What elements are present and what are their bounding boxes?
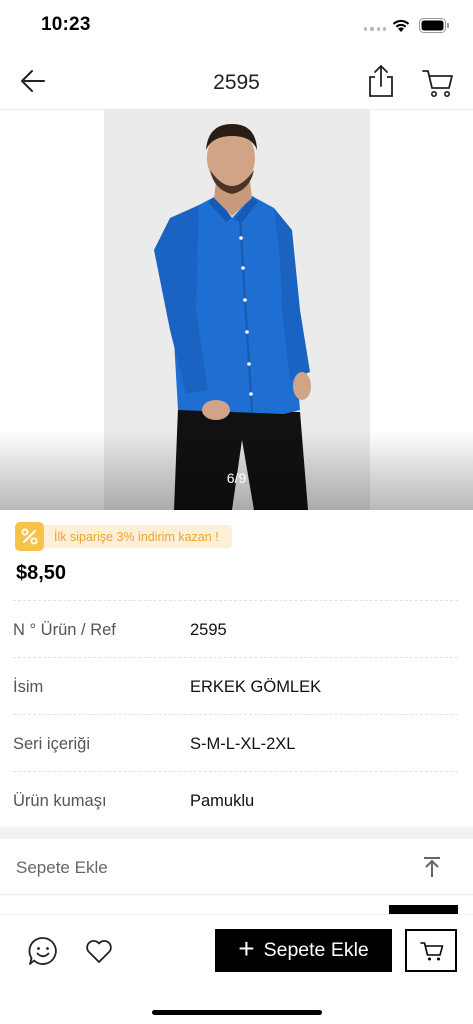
- signal-icon: [364, 27, 386, 33]
- detail-label: N ° Ürün / Ref: [13, 621, 116, 639]
- chat-smile-icon[interactable]: [27, 935, 59, 967]
- detail-value: Pamuklu: [190, 792, 255, 810]
- add-to-cart-section[interactable]: Sepete Ekle: [0, 839, 473, 895]
- detail-label: Seri içeriği: [13, 735, 91, 753]
- add-to-cart-button-label: Sepete Ekle: [263, 939, 369, 961]
- plus-icon: +: [238, 933, 255, 964]
- bottom-action-bar: + Sepete Ekle: [0, 914, 473, 1024]
- nav-bar: 2595: [0, 52, 473, 110]
- home-indicator: [152, 1010, 322, 1015]
- gallery-counter: 6/9: [226, 470, 247, 486]
- partial-bar: [389, 905, 458, 914]
- cart-icon[interactable]: [421, 67, 455, 99]
- status-bar: 10:23: [0, 0, 473, 52]
- detail-value: S-M-L-XL-2XL: [190, 735, 296, 753]
- cart-button[interactable]: [405, 929, 457, 972]
- product-price: $8,50: [16, 562, 67, 584]
- detail-value: ERKEK GÖMLEK: [190, 678, 322, 696]
- detail-row-sizes: Seri içeriği S-M-L-XL-2XL: [13, 714, 458, 771]
- detail-row-ref: N ° Ürün / Ref 2595: [13, 600, 458, 657]
- detail-row-name: İsim ERKEK GÖMLEK: [13, 657, 458, 714]
- section-divider: [0, 827, 473, 839]
- product-gallery[interactable]: 6/9: [0, 110, 473, 510]
- detail-row-fabric: Ürün kumaşı Pamuklu: [13, 771, 458, 828]
- heart-icon[interactable]: [84, 936, 114, 966]
- arrow-up-to-line-icon[interactable]: [421, 856, 443, 878]
- promo-text: İlk siparişe 3% indirim kazan !: [44, 525, 232, 548]
- detail-label: Ürün kumaşı: [13, 792, 107, 810]
- percent-icon: [15, 522, 44, 551]
- product-details: N ° Ürün / Ref 2595 İsim ERKEK GÖMLEK Se…: [13, 600, 458, 828]
- detail-value: 2595: [190, 621, 227, 639]
- battery-icon: [419, 18, 449, 33]
- detail-label: İsim: [13, 678, 44, 696]
- share-icon[interactable]: [366, 64, 396, 98]
- promo-banner: İlk siparişe 3% indirim kazan !: [15, 522, 232, 551]
- cart-icon: [420, 942, 444, 961]
- status-time: 10:23: [41, 14, 91, 35]
- wifi-icon: [392, 19, 410, 32]
- page-title: 2595: [213, 71, 260, 94]
- add-to-cart-button[interactable]: + Sepete Ekle: [215, 929, 392, 972]
- add-to-cart-section-label: Sepete Ekle: [16, 858, 108, 877]
